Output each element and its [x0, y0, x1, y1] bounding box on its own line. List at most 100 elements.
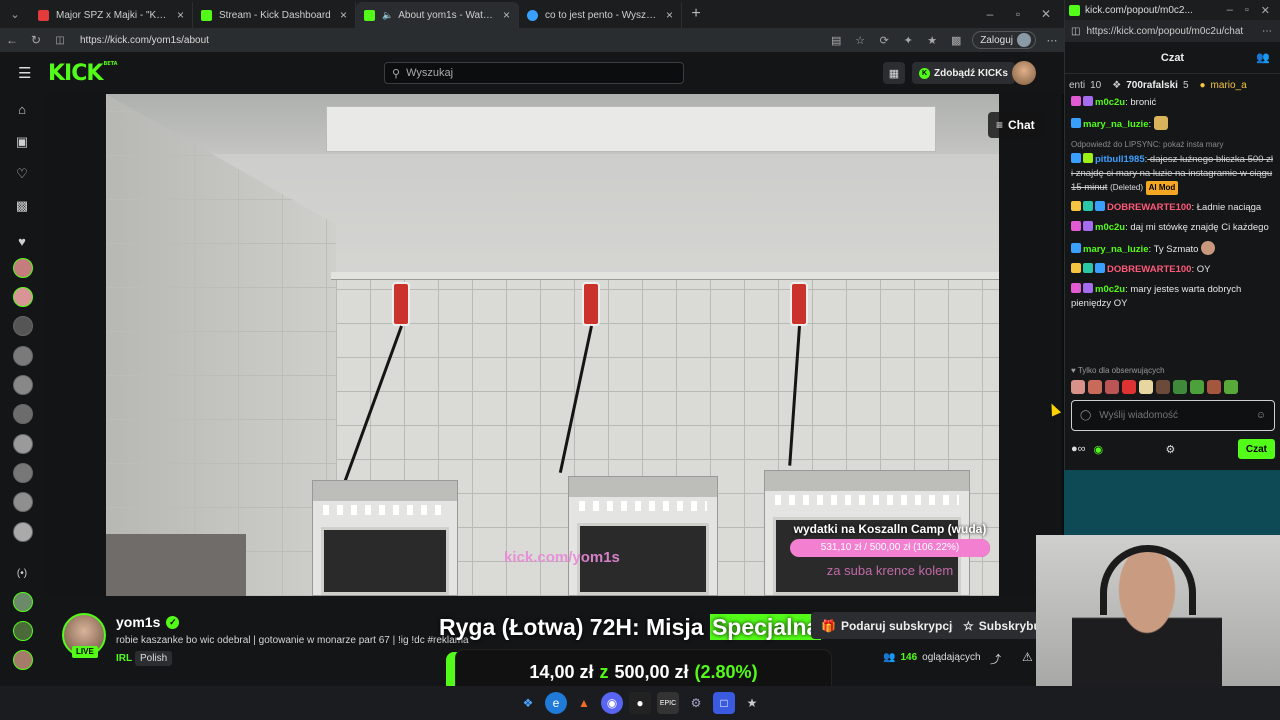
emote-icon[interactable] — [1224, 380, 1238, 394]
chat-input[interactable]: ◯ ☺ — [1071, 400, 1275, 431]
supporter-b-name[interactable]: 700rafalski — [1126, 80, 1178, 91]
settings-gear-icon[interactable]: ⚙ — [1166, 443, 1176, 456]
users-icon[interactable]: 👥 — [1256, 51, 1270, 64]
app-icon[interactable]: ★ — [741, 692, 763, 714]
emote-icon[interactable] — [1071, 380, 1085, 394]
windows-start-icon[interactable]: ❖ — [517, 692, 539, 714]
emote-icon[interactable] — [1190, 380, 1204, 394]
favorites-icon[interactable]: ★ — [920, 34, 944, 47]
followed-channel-avatar[interactable] — [13, 522, 33, 542]
tab-close-icon[interactable]: × — [177, 8, 184, 22]
send-chat-button[interactable]: Czat — [1237, 439, 1275, 459]
emote-icon[interactable] — [1088, 380, 1102, 394]
refresh-sync-icon[interactable]: ⟳ — [872, 34, 896, 47]
browser-tab-search[interactable]: co to jest pento - Wyszukaj × — [519, 2, 682, 28]
recommended-channel-avatar[interactable] — [13, 621, 33, 641]
reload-icon[interactable]: ↻ — [24, 33, 48, 47]
maximize-icon[interactable]: ▫ — [1004, 7, 1032, 21]
browser-tab-kick-about[interactable]: 🔈 About yom1s - Watch Live on × — [356, 2, 519, 28]
login-button[interactable]: Zaloguj — [972, 31, 1036, 49]
minimize-icon[interactable]: – — [1227, 4, 1233, 17]
close-window-icon[interactable]: ✕ — [1032, 7, 1060, 21]
share-icon[interactable]: ⤴ — [990, 651, 1001, 667]
new-tab-plus-icon[interactable]: + — [682, 5, 710, 23]
back-arrow-icon[interactable]: ← — [0, 33, 24, 47]
chat-username[interactable]: mary_na_luzie — [1083, 119, 1148, 130]
categories-icon[interactable]: ▩ — [12, 198, 32, 214]
search-input[interactable]: ⚲ Wyszukaj — [384, 62, 684, 84]
emote-icon[interactable] — [1207, 380, 1221, 394]
report-warning-icon[interactable]: ⚠ — [1022, 650, 1033, 664]
followed-channel-avatar[interactable] — [13, 404, 33, 424]
kick-coin-icon[interactable]: ◉ — [1094, 443, 1104, 456]
obs-icon[interactable]: ● — [629, 692, 651, 714]
emote-icon[interactable] — [1122, 380, 1136, 394]
followed-channel-avatar[interactable] — [13, 287, 33, 307]
url-field[interactable]: https://kick.com/yom1s/about — [80, 35, 824, 46]
recommended-channel-avatar[interactable] — [13, 650, 33, 670]
video-player[interactable]: ≡ Chat kick.com/yom1s wydatki na Koszall… — [44, 94, 1062, 596]
streamer-name[interactable]: yom1s ✓ — [116, 614, 180, 630]
minimize-icon[interactable]: – — [976, 7, 1004, 21]
extensions-icon[interactable]: ✦ — [896, 34, 920, 47]
chat-username[interactable]: DOBREWARTE100 — [1107, 202, 1191, 213]
tab-list-chevron-icon[interactable]: ⌄ — [0, 0, 30, 28]
chat-username[interactable]: mary_na_luzie — [1083, 244, 1148, 255]
popout-url[interactable]: https://kick.com/popout/m0c2u/chat — [1086, 26, 1243, 37]
browse-icon[interactable]: ▣ — [12, 134, 32, 150]
browser-tab-kick-dashboard[interactable]: Stream - Kick Dashboard × — [193, 2, 356, 28]
tab-close-icon[interactable]: × — [666, 8, 673, 22]
show-chat-button[interactable]: ≡ Chat — [988, 112, 1043, 138]
emote-icon[interactable] — [1156, 380, 1170, 394]
more-menu-icon[interactable]: ⋯ — [1040, 34, 1064, 47]
reply-context[interactable]: Odpowiedź do LIPSYNC: pokaż insta mary — [1071, 138, 1275, 152]
chat-username[interactable]: pitbull1985 — [1095, 154, 1145, 165]
gift-subscription-button[interactable]: 🎁 Podaruj subskrypcje — [811, 612, 969, 639]
steam-icon[interactable]: ⚙ — [685, 692, 707, 714]
emote-icon[interactable] — [1139, 380, 1153, 394]
hamburger-menu-icon[interactable]: ☰ — [18, 64, 38, 82]
chat-username[interactable]: DOBREWARTE100 — [1107, 264, 1191, 275]
collections-icon[interactable]: ▩ — [944, 34, 968, 47]
followed-channel-avatar[interactable] — [13, 434, 33, 454]
stream-category[interactable]: IRL — [116, 653, 132, 664]
home-icon[interactable]: ⌂ — [12, 102, 32, 117]
points-icon[interactable]: ●∞ — [1071, 443, 1086, 455]
emote-icon[interactable] — [1105, 380, 1119, 394]
tab-close-icon[interactable]: × — [503, 8, 510, 22]
chat-username[interactable]: m0c2u — [1095, 284, 1125, 295]
followed-channel-avatar[interactable] — [13, 316, 33, 336]
kick-logo[interactable]: KICKBETA — [48, 61, 118, 86]
site-info-icon[interactable]: ◫ — [48, 35, 72, 46]
followed-channel-avatar[interactable] — [13, 346, 33, 366]
tab-close-icon[interactable]: × — [340, 8, 347, 22]
edge-browser-icon[interactable]: e — [545, 692, 567, 714]
emote-icon[interactable] — [1173, 380, 1187, 394]
recommended-channel-avatar[interactable] — [13, 592, 33, 612]
reader-mode-icon[interactable]: ▤ — [824, 34, 848, 47]
chat-username[interactable]: m0c2u — [1095, 222, 1125, 233]
browser-tab-youtube[interactable]: Major SPZ x Majki - "Kalinka" - Yo × — [30, 2, 193, 28]
followed-channel-avatar[interactable] — [13, 375, 33, 395]
app-icon[interactable]: □ — [713, 692, 735, 714]
maximize-icon[interactable]: ▫ — [1245, 4, 1249, 17]
language-tag[interactable]: Polish — [135, 651, 173, 666]
speaker-icon[interactable]: 🔈 — [382, 10, 393, 21]
followed-channel-avatar[interactable] — [13, 463, 33, 483]
chat-username[interactable]: m0c2u — [1095, 97, 1125, 108]
followed-channel-avatar[interactable] — [13, 492, 33, 512]
brave-browser-icon[interactable]: ▲ — [573, 692, 595, 714]
get-kicks-button[interactable]: K Zdobądź KICKs — [912, 62, 1015, 84]
discord-icon[interactable]: ◉ — [601, 692, 623, 714]
following-heart-icon[interactable]: ♡ — [12, 166, 32, 182]
emoji-icon[interactable]: ☺ — [1256, 410, 1266, 421]
more-menu-icon[interactable]: ⋯ — [1262, 26, 1272, 37]
user-avatar[interactable] — [1012, 61, 1036, 85]
dashboard-icon[interactable]: ▦ — [883, 62, 905, 84]
epic-games-icon[interactable]: EPIC — [657, 692, 679, 714]
star-icon[interactable]: ☆ — [848, 34, 872, 47]
followed-channel-avatar[interactable] — [13, 258, 33, 278]
chat-message-field[interactable] — [1099, 410, 1248, 421]
supporter-c-name[interactable]: mario_a — [1211, 80, 1247, 91]
site-info-icon[interactable]: ◫ — [1071, 26, 1080, 37]
